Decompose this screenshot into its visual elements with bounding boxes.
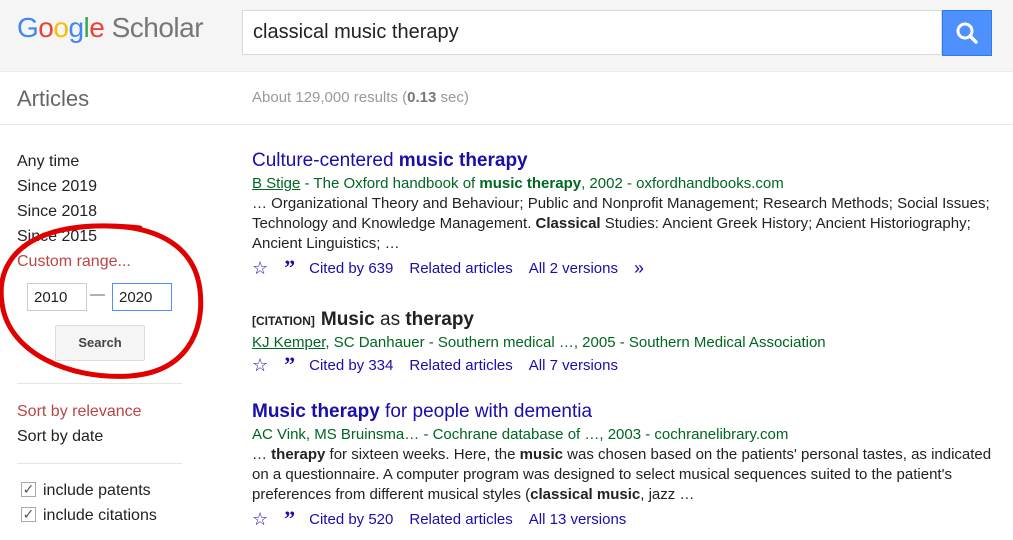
result-actions: ☆ ” Cited by 334 Related articles All 7 … [252, 352, 992, 378]
filter-since-2015[interactable]: Since 2015 [17, 228, 97, 246]
search-box [242, 10, 943, 55]
author-link[interactable]: B Stige [252, 175, 300, 192]
custom-range-search-button[interactable]: Search [55, 325, 145, 361]
versions-link[interactable]: All 2 versions [529, 260, 618, 277]
search-result: Culture-centered music therapy B Stige -… [252, 150, 992, 281]
year-from-input[interactable] [27, 283, 87, 311]
result-meta: AC Vink, MS Bruinsma… - Cochrane databas… [252, 426, 789, 443]
star-icon[interactable]: ☆ [252, 355, 268, 376]
search-icon [956, 22, 978, 44]
result-snippet: … Organizational Theory and Behaviour; P… [252, 195, 990, 252]
sidebar-divider [17, 463, 182, 464]
sidebar-divider [17, 383, 182, 384]
year-to-input[interactable] [112, 283, 172, 311]
result-actions: ☆ ” Cited by 639 Related articles All 2 … [252, 255, 992, 281]
google-scholar-logo[interactable]: Google Scholar [17, 12, 204, 44]
filter-since-2019[interactable]: Since 2019 [17, 178, 97, 196]
star-icon[interactable]: ☆ [252, 258, 268, 279]
cite-quote-icon[interactable]: ” [284, 255, 295, 281]
sort-by-date[interactable]: Sort by date [17, 428, 103, 446]
author-link[interactable]: KJ Kemper [252, 334, 325, 351]
results-count: About 129,000 results (0.13 sec) [252, 89, 469, 106]
result-title: [CITATION] Music as therapy [252, 309, 474, 330]
related-articles-link[interactable]: Related articles [409, 511, 512, 528]
result-title-link[interactable]: Music therapy for people with dementia [252, 401, 992, 423]
result-snippet: … therapy for sixteen weeks. Here, the m… [252, 446, 992, 503]
filter-custom-range[interactable]: Custom range... [17, 253, 131, 271]
result-title-link[interactable]: Culture-centered music therapy [252, 150, 992, 172]
double-chevron-icon[interactable]: » [634, 258, 644, 279]
search-result: [CITATION] Music as therapy KJ Kemper, SC… [252, 309, 992, 378]
versions-link[interactable]: All 7 versions [529, 357, 618, 374]
related-articles-link[interactable]: Related articles [409, 260, 512, 277]
star-icon[interactable]: ☆ [252, 509, 268, 530]
include-citations-label: include citations [43, 507, 157, 524]
versions-link[interactable]: All 13 versions [529, 511, 627, 528]
filter-any-time[interactable]: Any time [17, 153, 79, 171]
search-result: Music therapy for people with dementia A… [252, 401, 992, 532]
section-title: Articles [17, 86, 90, 111]
cite-quote-icon[interactable]: ” [284, 352, 295, 378]
search-input[interactable] [243, 11, 943, 54]
filter-since-2018[interactable]: Since 2018 [17, 203, 97, 221]
citation-tag: [CITATION] [252, 314, 315, 328]
result-meta: B Stige - The Oxford handbook of music t… [252, 175, 784, 192]
related-articles-link[interactable]: Related articles [409, 357, 512, 374]
include-patents-label: include patents [43, 482, 151, 499]
cite-quote-icon[interactable]: ” [284, 506, 295, 532]
include-citations-checkbox[interactable]: ✓ [21, 507, 36, 522]
include-patents-checkbox[interactable]: ✓ [21, 482, 36, 497]
result-actions: ☆ ” Cited by 520 Related articles All 13… [252, 506, 992, 532]
cited-by-link[interactable]: Cited by 520 [309, 511, 393, 528]
header: Google Scholar [0, 0, 1013, 72]
sort-by-relevance[interactable]: Sort by relevance [17, 403, 142, 421]
results-subbar: Articles About 129,000 results (0.13 sec… [0, 72, 1013, 125]
cited-by-link[interactable]: Cited by 639 [309, 260, 393, 277]
search-button[interactable] [942, 10, 992, 56]
result-meta: KJ Kemper, SC Danhauer - Southern medica… [252, 334, 826, 351]
cited-by-link[interactable]: Cited by 334 [309, 357, 393, 374]
range-dash: — [90, 286, 105, 303]
